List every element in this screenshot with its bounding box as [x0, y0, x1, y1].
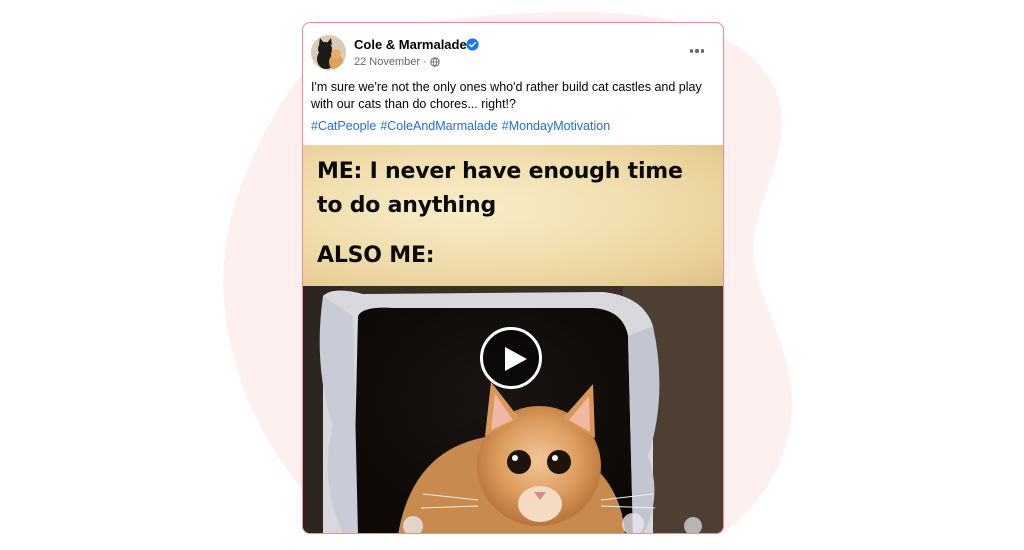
hashtag-coleandmarmalade[interactable]: #ColeAndMarmalade	[380, 119, 497, 133]
cat-image	[303, 286, 723, 533]
facebook-post-card: Cole & Marmalade 22 November · I'm sure …	[302, 22, 724, 534]
meme-line-1: ME: I never have enough time	[317, 159, 683, 184]
more-options-icon[interactable]	[685, 41, 709, 61]
meme-line-3: ALSO ME:	[317, 243, 435, 268]
meme-line-2: to do anything	[317, 193, 496, 218]
avatar[interactable]	[311, 35, 346, 70]
verified-badge-icon	[466, 38, 479, 51]
hashtag-catpeople[interactable]: #CatPeople	[311, 119, 376, 133]
play-icon	[505, 347, 527, 371]
post-meta: 22 November ·	[354, 56, 440, 68]
author-name[interactable]: Cole & Marmalade	[354, 37, 467, 52]
hashtag-list: #CatPeople #ColeAndMarmalade #MondayMoti…	[311, 119, 610, 133]
post-text: I'm sure we're not the only ones who'd r…	[311, 80, 702, 111]
meme-caption-area: ME: I never have enough time to do anyth…	[303, 145, 723, 286]
globe-icon	[430, 57, 440, 67]
play-button[interactable]	[480, 327, 542, 389]
meta-separator: ·	[423, 56, 427, 68]
hashtag-mondaymotivation[interactable]: #MondayMotivation	[502, 119, 610, 133]
post-date[interactable]: 22 November	[354, 56, 420, 68]
post-video[interactable]: ME: I never have enough time to do anyth…	[303, 145, 723, 533]
video-frame	[303, 286, 723, 533]
